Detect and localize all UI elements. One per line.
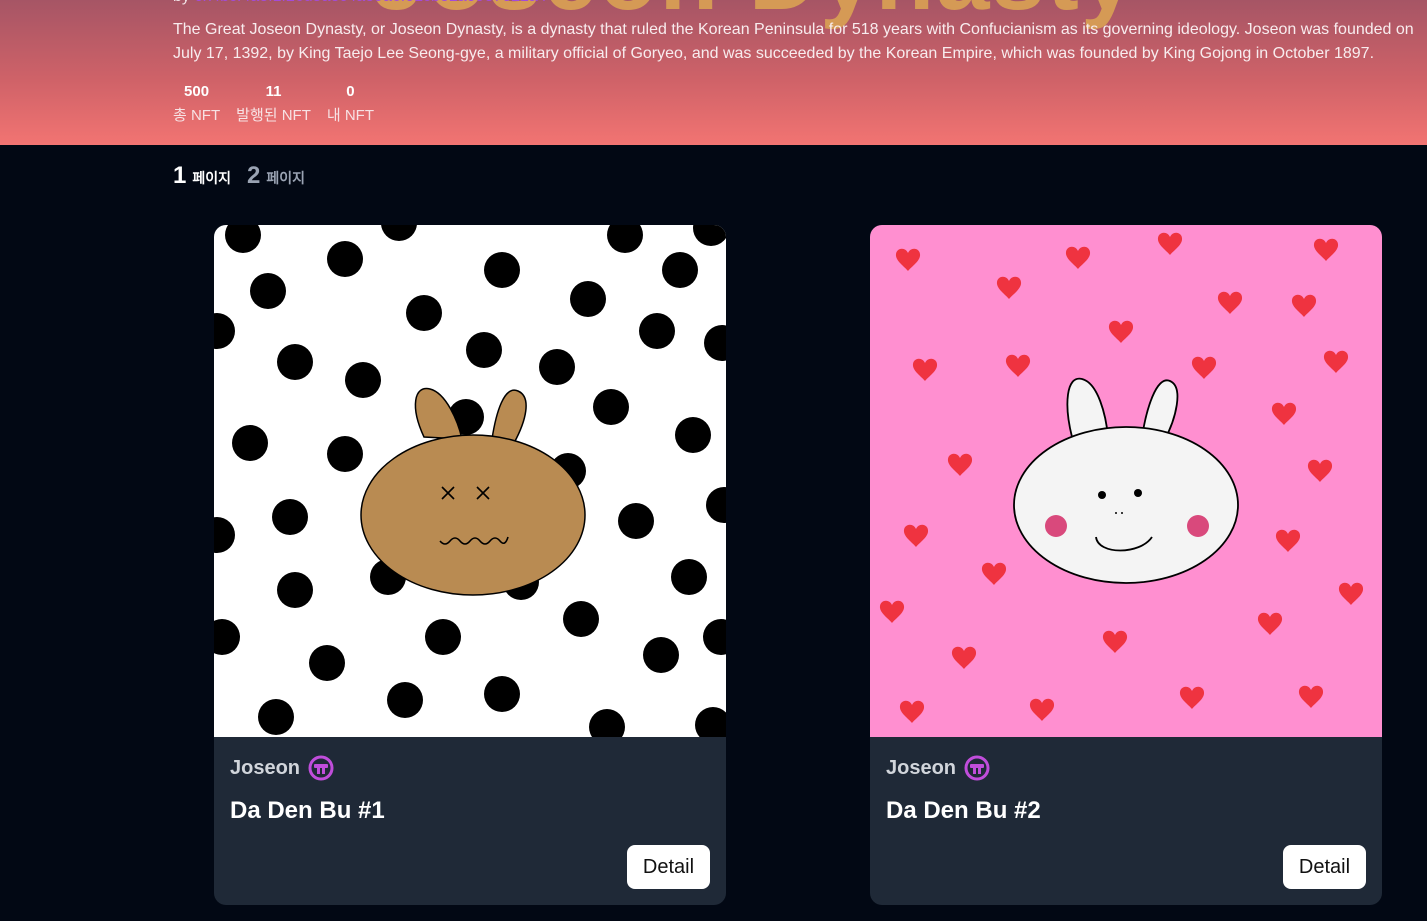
collection-description: The Great Joseon Dynasty, or Joseon Dyna… (173, 21, 1414, 62)
by-prefix: by (173, 0, 190, 5)
stat-value: 500 (184, 83, 210, 100)
page-number: 2 (247, 162, 261, 189)
page-2-link[interactable]: 2 페이지 (247, 162, 305, 190)
page-label: 페이지 (192, 170, 231, 186)
collection-name[interactable]: Joseon (230, 755, 334, 781)
nft-card[interactable]: Joseon Da Den Bu #2 Detail (870, 225, 1382, 905)
stat-minted-nft: 11 발행된 NFT (236, 83, 311, 127)
stat-value: 11 (265, 83, 282, 100)
pagination: 1 페이지 2 페이지 (173, 162, 305, 190)
stat-label: 총 NFT (173, 107, 221, 124)
collection-name[interactable]: Joseon (886, 755, 990, 781)
detail-button[interactable]: Detail (1283, 845, 1366, 889)
page-label: 페이지 (266, 170, 305, 186)
detail-button[interactable]: Detail (627, 845, 710, 889)
stat-value: 0 (346, 83, 355, 100)
nft-image-white-bunny (870, 225, 1382, 737)
nft-image-brown-bunny (214, 225, 726, 737)
creator-address-link[interactable]: 0x4bcf4aef1f26d5aec4ae9a6f01cbe1a09e7021… (194, 0, 546, 5)
page-number: 1 (173, 162, 187, 189)
nft-title: Da Den Bu #1 (230, 797, 385, 824)
joseon-hat-icon (964, 755, 990, 781)
nft-title: Da Den Bu #2 (886, 797, 1041, 824)
stat-my-nft: 0 내 NFT (327, 83, 374, 127)
collection-label: Joseon (230, 756, 301, 779)
stat-label: 내 NFT (326, 107, 375, 124)
collection-stats: 500 총 NFT 11 발행된 NFT 0 내 NFT (173, 83, 374, 127)
creator-line: by 0x4bcf4aef1f26d5aec4ae9a6f01cbe1a09e7… (173, 0, 547, 6)
stat-total-nft: 500 총 NFT (173, 83, 220, 127)
page-1-link[interactable]: 1 페이지 (173, 162, 231, 190)
joseon-hat-icon (308, 755, 334, 781)
collection-banner: Joseon Dynasty by 0x4bcf4aef1f26d5aec4ae… (0, 0, 1427, 145)
stat-label: 발행된 NFT (236, 107, 311, 124)
nft-card[interactable]: Joseon Da Den Bu #1 Detail (214, 225, 726, 905)
collection-label: Joseon (886, 756, 957, 779)
